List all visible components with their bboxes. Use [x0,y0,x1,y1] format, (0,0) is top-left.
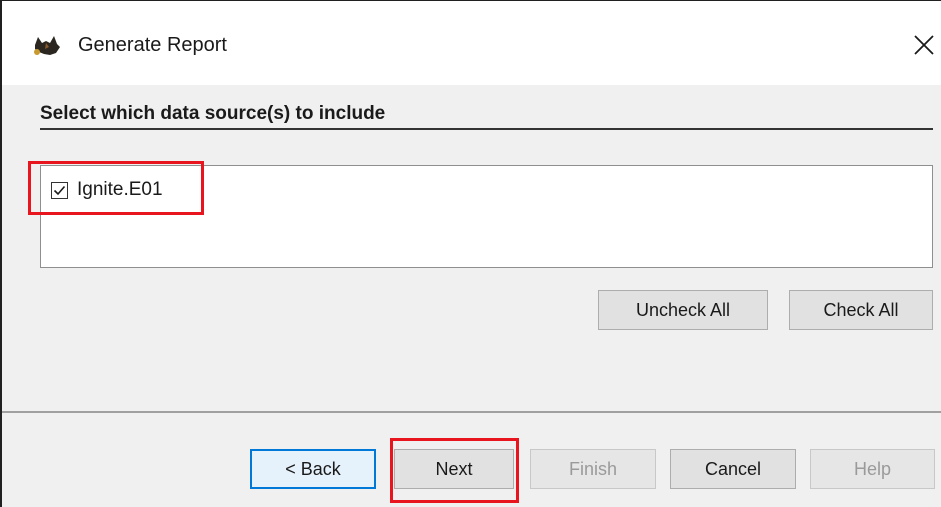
uncheck-all-button[interactable]: Uncheck All [598,290,768,330]
data-source-list: Ignite.E01 [40,165,933,268]
footer-separator [2,411,941,413]
wizard-panel: Select which data source(s) to include I… [2,85,941,507]
cancel-button[interactable]: Cancel [670,449,796,489]
generate-report-dialog: Generate Report Select which data source… [0,0,941,507]
next-button[interactable]: Next [394,449,514,489]
heading-divider [40,128,933,130]
close-icon[interactable] [906,27,941,63]
help-button[interactable]: Help [810,449,935,489]
data-source-item[interactable]: Ignite.E01 [51,176,163,204]
finish-button[interactable]: Finish [530,449,656,489]
check-all-button[interactable]: Check All [789,290,933,330]
data-source-label: Ignite.E01 [77,179,163,200]
title-bar: Generate Report [2,1,941,85]
section-heading: Select which data source(s) to include [40,103,386,124]
data-source-checkbox[interactable] [51,181,68,199]
autopsy-dog-icon [32,31,62,59]
window-title: Generate Report [78,34,227,56]
checkmark-icon [53,185,66,195]
back-button[interactable]: < Back [250,449,376,489]
